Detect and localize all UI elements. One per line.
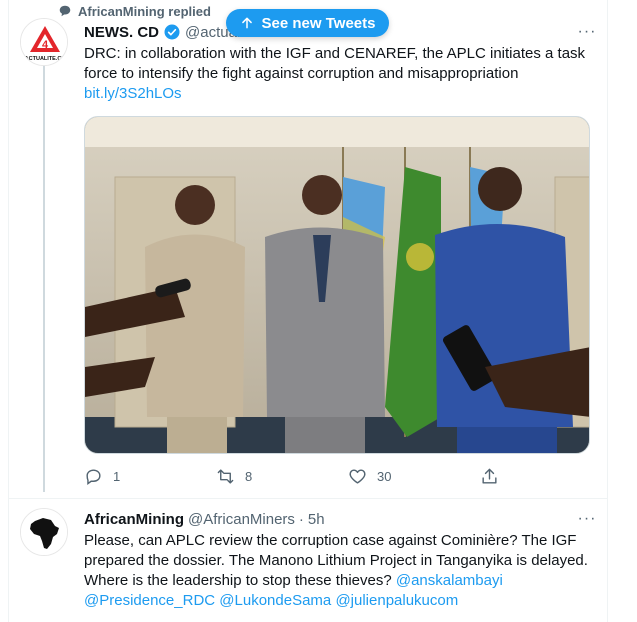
tweet2-timestamp[interactable]: 5h — [308, 511, 325, 528]
tweet2-body: Please, can APLC review the corruption c… — [84, 532, 588, 589]
like-count: 30 — [377, 468, 392, 484]
reply-icon — [86, 468, 101, 485]
africanmining-avatar[interactable] — [20, 508, 68, 556]
retweet-count: 8 — [245, 468, 253, 484]
tweet-divider — [9, 498, 607, 499]
see-new-tweets-button[interactable]: See new Tweets — [226, 9, 389, 37]
tweet1-actions: 1 8 30 — [84, 462, 514, 490]
mention-link[interactable]: @anskalambayi — [396, 572, 503, 589]
retweet-button[interactable]: 8 — [216, 462, 252, 490]
retweet-icon — [217, 468, 234, 484]
like-button[interactable]: 30 — [348, 462, 391, 490]
tweet1-body: DRC: in collaboration with the IGF and C… — [84, 45, 586, 82]
verified-badge-icon — [164, 24, 180, 40]
newscd-avatar[interactable]: 4 ACTUALITE.CD — [20, 18, 68, 66]
tweet1-author-name[interactable]: NEWS. CD — [84, 24, 159, 41]
share-icon — [482, 468, 497, 484]
tweet1-photo[interactable] — [84, 116, 590, 454]
reply-button[interactable]: 1 — [84, 462, 120, 490]
reply-indicator-icon — [59, 5, 71, 17]
mention-link[interactable]: @Presidence_RDC — [84, 592, 215, 609]
tweet2-separator: · — [298, 510, 304, 528]
tweet2-header: AfricanMining @AfricanMiners · 5h — [84, 509, 325, 529]
see-new-tweets-label: See new Tweets — [261, 14, 376, 32]
thread-connector-line — [43, 52, 45, 492]
reply-context-label: AfricanMining replied — [78, 3, 211, 19]
more-icon[interactable]: ··· — [577, 22, 597, 42]
reply-context[interactable]: AfricanMining replied — [58, 2, 211, 20]
mention-link[interactable]: @julienpalukucom — [335, 592, 458, 609]
reply-count: 1 — [113, 468, 121, 484]
tweet1-link[interactable]: bit.ly/3S2hLOs — [84, 85, 182, 102]
share-button[interactable] — [480, 462, 499, 490]
heart-icon — [349, 468, 366, 484]
mention-link[interactable]: @LukondeSama — [219, 592, 331, 609]
svg-text:4: 4 — [42, 39, 49, 51]
tweet1-text: DRC: in collaboration with the IGF and C… — [84, 44, 596, 104]
tweet2-author-name[interactable]: AfricanMining — [84, 511, 184, 528]
arrow-up-icon — [241, 17, 252, 29]
tweet2-author-handle[interactable]: @AfricanMiners — [188, 511, 295, 528]
tweet2-text: Please, can APLC review the corruption c… — [84, 531, 596, 611]
more-icon[interactable]: ··· — [577, 509, 597, 529]
